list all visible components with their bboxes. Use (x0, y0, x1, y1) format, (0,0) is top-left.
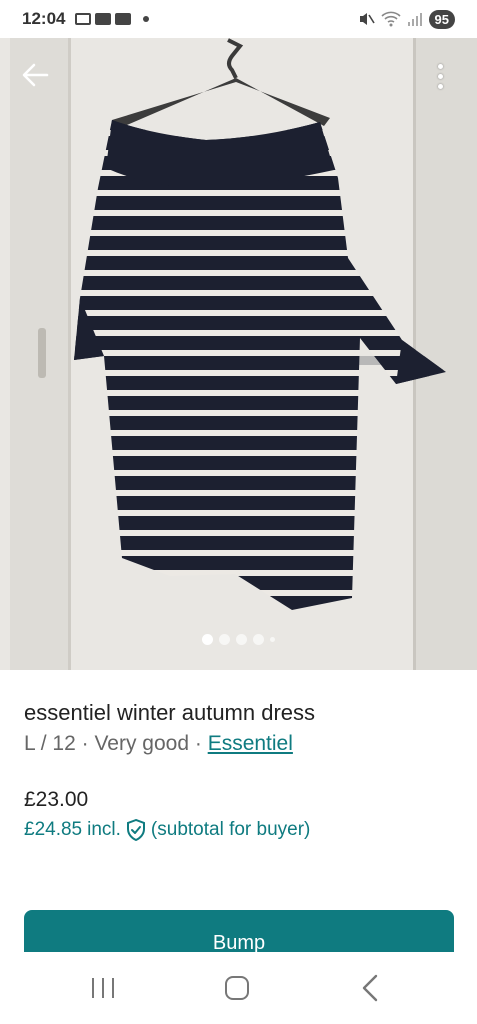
carousel-dot[interactable] (253, 634, 264, 645)
system-back-button[interactable] (360, 974, 380, 1002)
shield-check-icon (126, 819, 145, 841)
more-vertical-icon (437, 63, 443, 69)
battery-indicator: 95 (428, 9, 455, 29)
listing-size: L / 12 (24, 732, 76, 755)
back-button[interactable] (18, 58, 52, 92)
more-notifications-icon (143, 16, 150, 22)
more-options-button[interactable] (428, 56, 452, 96)
recent-apps-icon-bar (102, 978, 104, 998)
status-right: 95 (357, 9, 455, 29)
recent-apps-icon-bar (112, 978, 114, 998)
mute-icon (359, 13, 375, 25)
carousel-dot[interactable] (270, 637, 275, 642)
carousel-indicator[interactable] (0, 634, 477, 645)
price-incl-note: (subtotal for buyer) (150, 819, 311, 840)
carousel-dot[interactable] (219, 634, 230, 645)
carousel-dot-active[interactable] (202, 634, 213, 645)
wifi-icon (380, 11, 401, 27)
system-nav-bar (0, 952, 477, 1024)
recent-apps-icon (92, 978, 94, 998)
notification-icons (75, 13, 150, 25)
chevron-left-icon (362, 974, 378, 1002)
meta-separator: · (189, 732, 208, 755)
screenshot-icon (75, 13, 92, 25)
youtube-icon-2 (115, 13, 132, 25)
listing-title: essentiel winter autumn dress (24, 700, 316, 725)
carousel-dot[interactable] (236, 634, 247, 645)
signal-icon (407, 13, 422, 26)
home-button[interactable] (225, 976, 249, 1000)
status-bar: 12:04 95 (0, 0, 477, 38)
price-incl-amount: £24.85 (24, 819, 83, 840)
listing-condition: Very good (94, 732, 190, 755)
youtube-icon (95, 13, 112, 25)
price-incl-label: incl. (87, 819, 121, 840)
arrow-left-icon (22, 63, 49, 87)
brand-link[interactable]: Essentiel (208, 732, 293, 755)
recent-apps-button[interactable] (92, 978, 116, 998)
listing-meta: L / 12 · Very good · Essentiel (24, 732, 293, 756)
meta-separator: · (75, 732, 95, 755)
status-time: 12:04 (22, 9, 66, 28)
product-photo[interactable] (0, 38, 477, 670)
more-vertical-icon-dot (437, 83, 443, 89)
listing-price: £23.00 (24, 788, 89, 811)
buyer-protection-price[interactable]: £24.85 incl. (subtotal for buyer) (24, 819, 310, 841)
more-vertical-icon-dot (437, 73, 443, 79)
dress-image (0, 38, 477, 670)
